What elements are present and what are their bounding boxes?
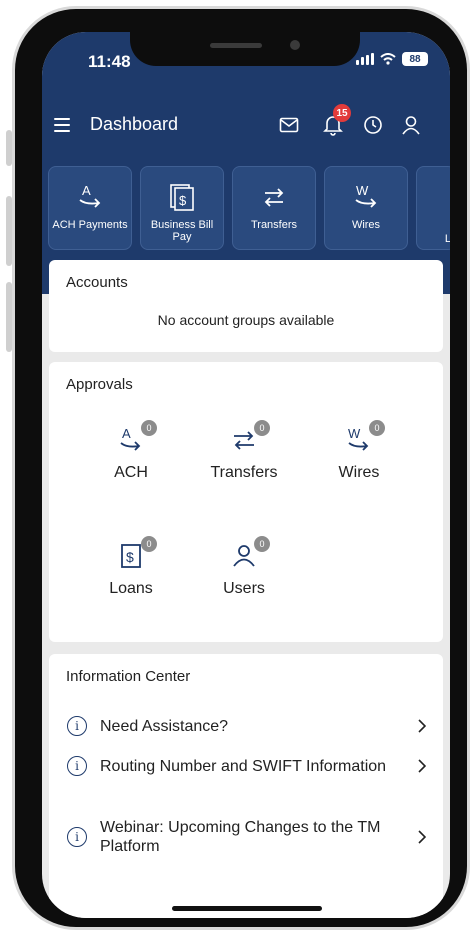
svg-text:W: W (356, 183, 369, 198)
approval-wires[interactable]: W 0 Wires (314, 420, 404, 482)
status-time: 11:48 (88, 52, 131, 71)
svg-text:$: $ (126, 549, 134, 565)
user-icon: 0 (199, 536, 289, 576)
chevron-right-icon (415, 716, 429, 736)
device-notch (130, 32, 360, 66)
approval-transfers[interactable]: 0 Transfers (199, 420, 289, 482)
approval-count-badge: 0 (141, 420, 157, 436)
info-item-text: Routing Number and SWIFT Information (100, 757, 387, 775)
status-icons: 88 (356, 52, 428, 66)
info-icon: i (67, 827, 87, 847)
approval-label: Transfers (210, 464, 278, 481)
home-indicator[interactable] (172, 906, 322, 911)
front-camera (290, 40, 300, 50)
info-item-webinar[interactable]: i Webinar: Upcoming Changes to the TM Pl… (67, 818, 429, 856)
info-icon: i (67, 716, 87, 736)
approval-count-badge: 0 (254, 536, 270, 552)
quick-action-label: Wires (351, 219, 381, 231)
info-item-routing-number[interactable]: i Routing Number and SWIFT Information (67, 756, 429, 776)
approval-count-badge: 0 (141, 536, 157, 552)
wire-icon: W (351, 179, 381, 215)
quick-action-loans[interactable]: L (416, 166, 450, 250)
ach-icon: A 0 (86, 420, 176, 460)
approval-label: ACH (114, 464, 148, 481)
quick-actions: A ACH Payments $ Business Bill Pay Trans… (48, 166, 450, 250)
approval-loans[interactable]: $ 0 Loans (86, 536, 176, 598)
info-item-text: Need Assistance? (100, 717, 229, 735)
svg-text:W: W (348, 426, 361, 441)
quick-action-transfers[interactable]: Transfers (232, 166, 316, 250)
approval-count-badge: 0 (254, 420, 270, 436)
approvals-card: Approvals A 0 ACH 0 Transfers W 0 Wires (49, 362, 443, 642)
app-bar: Dashboard 15 (42, 104, 450, 140)
battery-icon: 88 (402, 52, 428, 66)
user-icon[interactable] (398, 112, 424, 138)
quick-action-label: L (444, 233, 450, 245)
chevron-right-icon (415, 756, 429, 776)
approval-label: Users (223, 580, 265, 597)
svg-text:A: A (82, 183, 91, 198)
wire-icon: W 0 (314, 420, 404, 460)
info-icon: i (67, 756, 87, 776)
menu-icon[interactable] (54, 118, 70, 132)
ach-icon: A (75, 179, 105, 215)
signal-icon (356, 53, 374, 65)
notification-bell[interactable]: 15 (320, 104, 351, 138)
approvals-title: Approvals (66, 376, 133, 393)
quick-action-label: ACH Payments (52, 219, 128, 231)
quick-action-label: Transfers (250, 219, 298, 231)
approval-count-badge: 0 (369, 420, 385, 436)
approval-label: Wires (338, 464, 380, 481)
quick-action-bill-pay[interactable]: $ Business Bill Pay (140, 166, 224, 250)
quick-action-ach-payments[interactable]: A ACH Payments (48, 166, 132, 250)
info-item-text: Webinar: Upcoming Changes to the TM Plat… (100, 819, 381, 855)
accounts-card: Accounts No account groups available (49, 260, 443, 352)
information-center-title: Information Center (66, 668, 191, 685)
transfer-icon (259, 179, 289, 215)
loan-icon: $ 0 (86, 536, 176, 576)
notification-badge: 15 (333, 104, 351, 122)
mail-icon[interactable] (276, 112, 302, 138)
svg-text:A: A (122, 426, 131, 441)
clock-icon[interactable] (360, 112, 386, 138)
speaker-grille (210, 43, 262, 48)
approval-users[interactable]: 0 Users (199, 536, 289, 598)
page-title: Dashboard (90, 114, 179, 134)
information-center-card: Information Center i Need Assistance? i … (49, 654, 443, 918)
chevron-right-icon (415, 827, 429, 847)
transfer-icon: 0 (199, 420, 289, 460)
accounts-title: Accounts (66, 274, 128, 291)
accounts-empty-message: No account groups available (157, 312, 335, 328)
quick-action-label: Business Bill Pay (150, 219, 214, 243)
approval-label: Loans (109, 580, 153, 597)
wifi-icon (380, 53, 396, 65)
bill-pay-icon: $ (167, 179, 197, 215)
approval-ach[interactable]: A 0 ACH (86, 420, 176, 482)
app-screen: 11:48 88 Dashboard 15 A ACH Payments $ B… (42, 32, 450, 918)
svg-text:$: $ (179, 193, 187, 208)
info-item-need-assistance[interactable]: i Need Assistance? (67, 716, 429, 736)
quick-action-wires[interactable]: W Wires (324, 166, 408, 250)
